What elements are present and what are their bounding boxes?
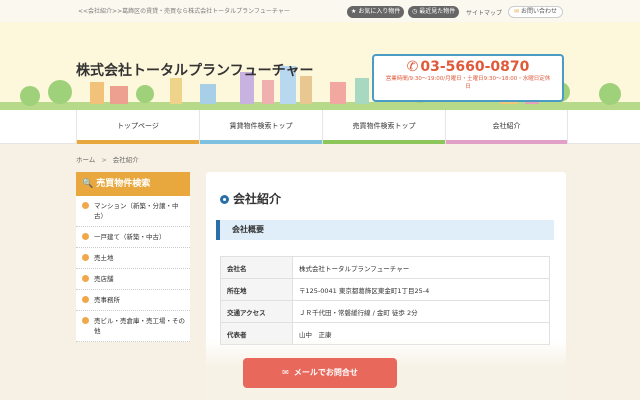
bullet-icon (82, 275, 89, 282)
sitemap-link[interactable]: サイトマップ (466, 8, 502, 17)
sidebar-item-mansion[interactable]: マンション（新築・分譲・中古） (76, 196, 190, 227)
table-row: 会社名 株式会社トータルプランフューチャー (220, 256, 550, 279)
mail-icon: ✉ (282, 368, 289, 377)
phone-icon: ✆ (406, 59, 419, 75)
table-row: 交通アクセス ＪＲ千代田・常磐緩行線 / 金町 徒歩 2分 (220, 300, 550, 323)
sidebar-item-office[interactable]: 売事務所 (76, 290, 190, 311)
nav-label: 賃貸物件検索トップ (229, 122, 293, 130)
recent-label: 最近見た物件 (419, 8, 456, 15)
sidebar-item-house[interactable]: 一戸建て（新築・中古） (76, 227, 190, 248)
sidebar-item-label: 売事務所 (94, 296, 120, 304)
mail-icon: ✉ (514, 8, 520, 15)
sidebar-title-label: 売買物件検索 (96, 179, 151, 189)
recent-button[interactable]: ◷ 最近見た物件 (408, 6, 460, 18)
chevron-right-icon: > (101, 156, 107, 164)
top-bar: <<会社紹介>>葛飾区の賃貸・売買なら株式会社トータルプランフューチャー ★ お気… (0, 0, 640, 22)
bullet-icon (82, 233, 89, 240)
search-icon: 🔍 (82, 179, 94, 189)
clock-icon: ◷ (412, 8, 418, 15)
bullet-icon (82, 296, 89, 303)
phone-number[interactable]: 03-5660-0870 (420, 59, 529, 75)
section-heading: 会社概要 (216, 220, 554, 240)
sidebar-item-label: 売土地 (94, 254, 114, 262)
nav-company[interactable]: 会社紹介 (445, 110, 568, 144)
nav-label: 会社紹介 (492, 122, 521, 130)
favorites-label: お気に入り物件 (358, 8, 401, 15)
sidebar-item-store[interactable]: 売店舗 (76, 269, 190, 290)
breadcrumb: ホーム > 会社紹介 (76, 154, 139, 164)
row-value: 〒125-0041 東京都葛飾区東金町1丁目25-4 (292, 278, 550, 301)
ring-icon (220, 195, 229, 204)
business-hours: 営業時間/9:30～19:00/月曜日・土曜日9:30～18:00・水曜日定休日 (385, 76, 551, 90)
page-title-label: 会社紹介 (233, 192, 282, 206)
row-key: 交通アクセス (220, 300, 293, 323)
nav-label: トップページ (117, 122, 159, 130)
nav-rental-search[interactable]: 賃貸物件検索トップ (199, 110, 322, 144)
bullet-icon (82, 317, 89, 324)
nav-sale-search[interactable]: 売買物件検索トップ (322, 110, 445, 144)
sidebar-item-building[interactable]: 売ビル・売倉庫・売工場・その他 (76, 311, 190, 342)
cta-label: メールでお問合せ (293, 368, 358, 377)
phone-box: ✆ 03-5660-0870 営業時間/9:30～19:00/月曜日・土曜日9:3… (372, 54, 564, 102)
bullet-icon (82, 254, 89, 261)
site-tagline: <<会社紹介>>葛飾区の賃貸・売買なら株式会社トータルプランフューチャー (78, 8, 290, 15)
site-header: 株式会社トータルプランフューチャー ✆ 03-5660-0870 営業時間/9:3… (0, 22, 640, 110)
star-icon: ★ (351, 8, 357, 15)
sidebar-item-label: 売ビル・売倉庫・売工場・その他 (94, 317, 185, 335)
company-info-table: 会社名 株式会社トータルプランフューチャー 所在地 〒125-0041 東京都葛飾区… (220, 256, 550, 345)
nav-label: 売買物件検索トップ (352, 122, 416, 130)
contact-label: お問い合わせ (521, 8, 558, 15)
nav-accent-bar (446, 140, 567, 144)
nav-accent-bar (323, 140, 445, 144)
main-nav: トップページ 賃貸物件検索トップ 売買物件検索トップ 会社紹介 (0, 110, 640, 144)
sidebar-item-label: マンション（新築・分譲・中古） (94, 202, 179, 220)
page-title: 会社紹介 (220, 190, 281, 207)
row-value: ＪＲ千代田・常磐緩行線 / 金町 徒歩 2分 (292, 300, 550, 323)
company-name: 株式会社トータルプランフューチャー (76, 63, 314, 79)
breadcrumb-home[interactable]: ホーム (76, 156, 95, 164)
bullet-icon (82, 202, 89, 209)
sidebar-item-label: 一戸建て（新築・中古） (94, 233, 166, 241)
row-key: 所在地 (220, 278, 293, 301)
breadcrumb-current: 会社紹介 (112, 156, 139, 164)
favorites-button[interactable]: ★ お気に入り物件 (347, 6, 405, 18)
sidebar-item-label: 売店舗 (94, 275, 114, 283)
nav-top-page[interactable]: トップページ (76, 110, 199, 144)
contact-button[interactable]: ✉ お問い合わせ (508, 6, 564, 18)
row-key: 会社名 (220, 256, 293, 279)
nav-accent-bar (200, 140, 322, 144)
sidebar-title: 🔍 売買物件検索 (76, 172, 190, 196)
nav-accent-bar (77, 140, 199, 144)
row-value: 株式会社トータルプランフューチャー (292, 256, 550, 279)
sidebar-item-land[interactable]: 売土地 (76, 248, 190, 269)
table-row: 所在地 〒125-0041 東京都葛飾区東金町1丁目25-4 (220, 278, 550, 301)
mail-inquiry-button[interactable]: ✉ メールでお問合せ (243, 358, 397, 388)
